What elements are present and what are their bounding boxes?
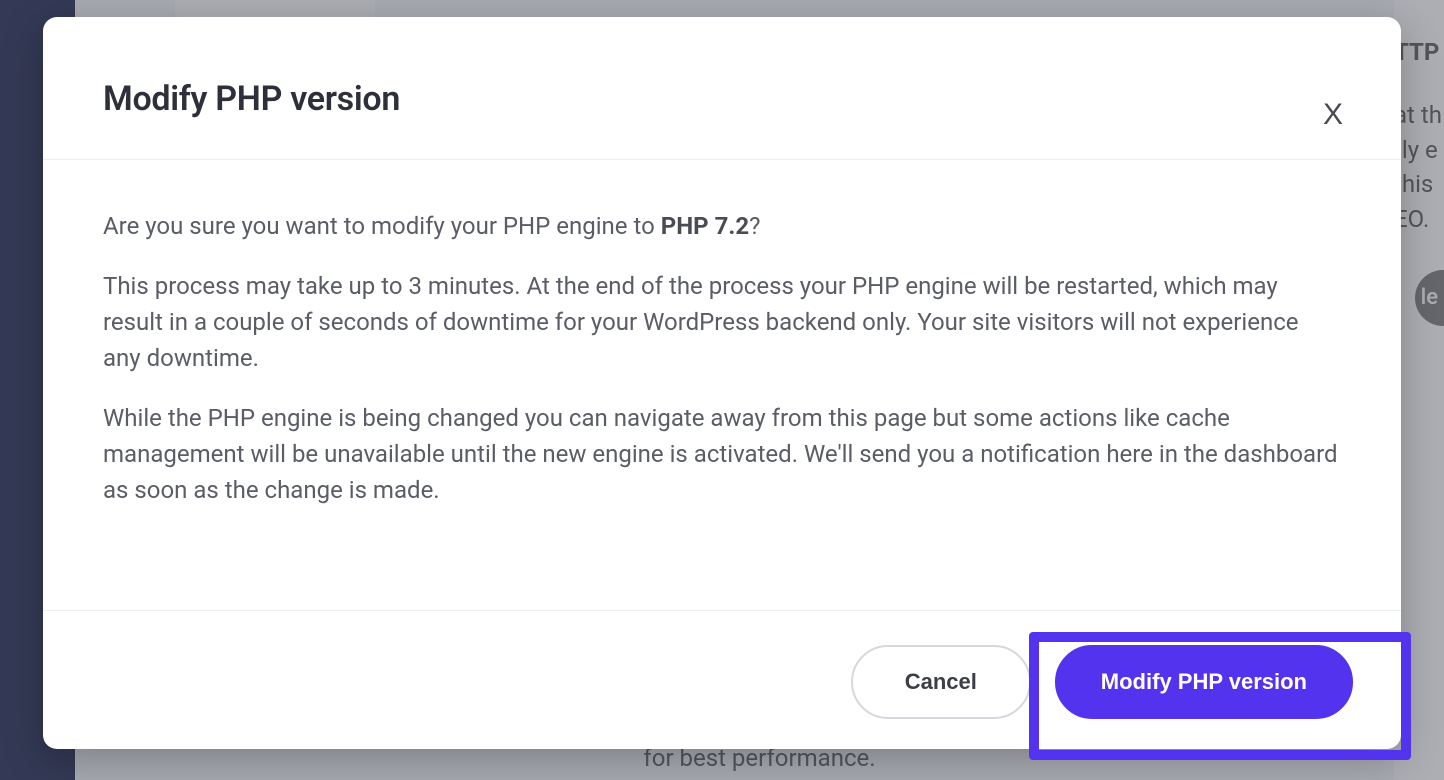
confirm-modify-button[interactable]: Modify PHP version xyxy=(1055,645,1353,719)
modal-body: Are you sure you want to modify your PHP… xyxy=(43,160,1401,610)
modify-php-modal: Modify PHP version X Are you sure you wa… xyxy=(43,17,1401,749)
modal-header: Modify PHP version X xyxy=(43,17,1401,160)
php-version-value: PHP 7.2 xyxy=(661,212,749,240)
confirm-prefix: Are you sure you want to modify your PHP… xyxy=(103,212,661,240)
confirm-suffix: ? xyxy=(749,212,760,240)
confirm-question: Are you sure you want to modify your PHP… xyxy=(103,208,1341,244)
info-paragraph-downtime: This process may take up to 3 minutes. A… xyxy=(103,268,1341,376)
close-button[interactable]: X xyxy=(1313,95,1353,135)
modal-title: Modify PHP version xyxy=(103,79,400,119)
close-icon: X xyxy=(1323,100,1343,130)
modal-footer: Cancel Modify PHP version xyxy=(43,610,1401,749)
info-paragraph-navigation: While the PHP engine is being changed yo… xyxy=(103,400,1341,508)
cancel-button[interactable]: Cancel xyxy=(851,645,1031,719)
